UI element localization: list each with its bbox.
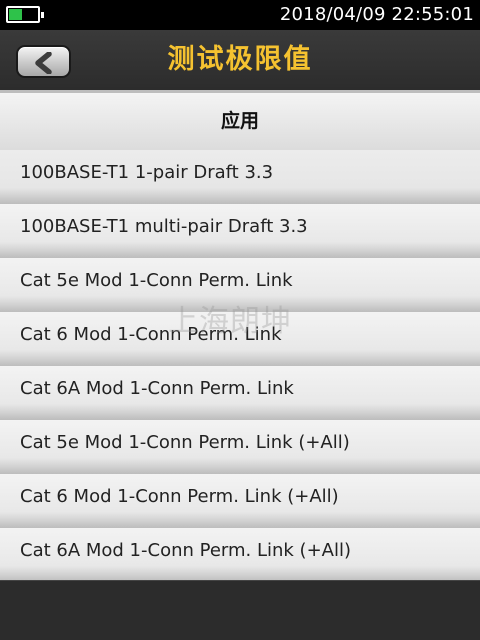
list-item[interactable]: Cat 6 Mod 1-Conn Perm. Link: [0, 312, 480, 366]
list-item[interactable]: Cat 6A Mod 1-Conn Perm. Link: [0, 366, 480, 420]
list-item[interactable]: Cat 5e Mod 1-Conn Perm. Link: [0, 258, 480, 312]
status-bar: 2018/04/09 22:55:01: [0, 0, 480, 30]
list-item[interactable]: Cat 5e Mod 1-Conn Perm. Link (+All): [0, 420, 480, 474]
clock: 2018/04/09 22:55:01: [279, 4, 474, 25]
limits-list: 100BASE-T1 1-pair Draft 3.3 100BASE-T1 m…: [0, 150, 480, 582]
list-item[interactable]: 100BASE-T1 multi-pair Draft 3.3: [0, 204, 480, 258]
chevron-left-icon: [35, 52, 52, 74]
section-header: 应用: [0, 90, 480, 150]
battery-icon: [6, 6, 44, 23]
battery-level-fill: [9, 9, 22, 20]
list-item[interactable]: 100BASE-T1 1-pair Draft 3.3: [0, 150, 480, 204]
bottom-bar: [0, 580, 480, 640]
list-item[interactable]: Cat 6A Mod 1-Conn Perm. Link (+All): [0, 528, 480, 582]
back-button[interactable]: [16, 45, 71, 78]
page-title: 测试极限值: [167, 44, 313, 75]
list-item[interactable]: Cat 6 Mod 1-Conn Perm. Link (+All): [0, 474, 480, 528]
header-bar: 测试极限值: [0, 30, 480, 90]
